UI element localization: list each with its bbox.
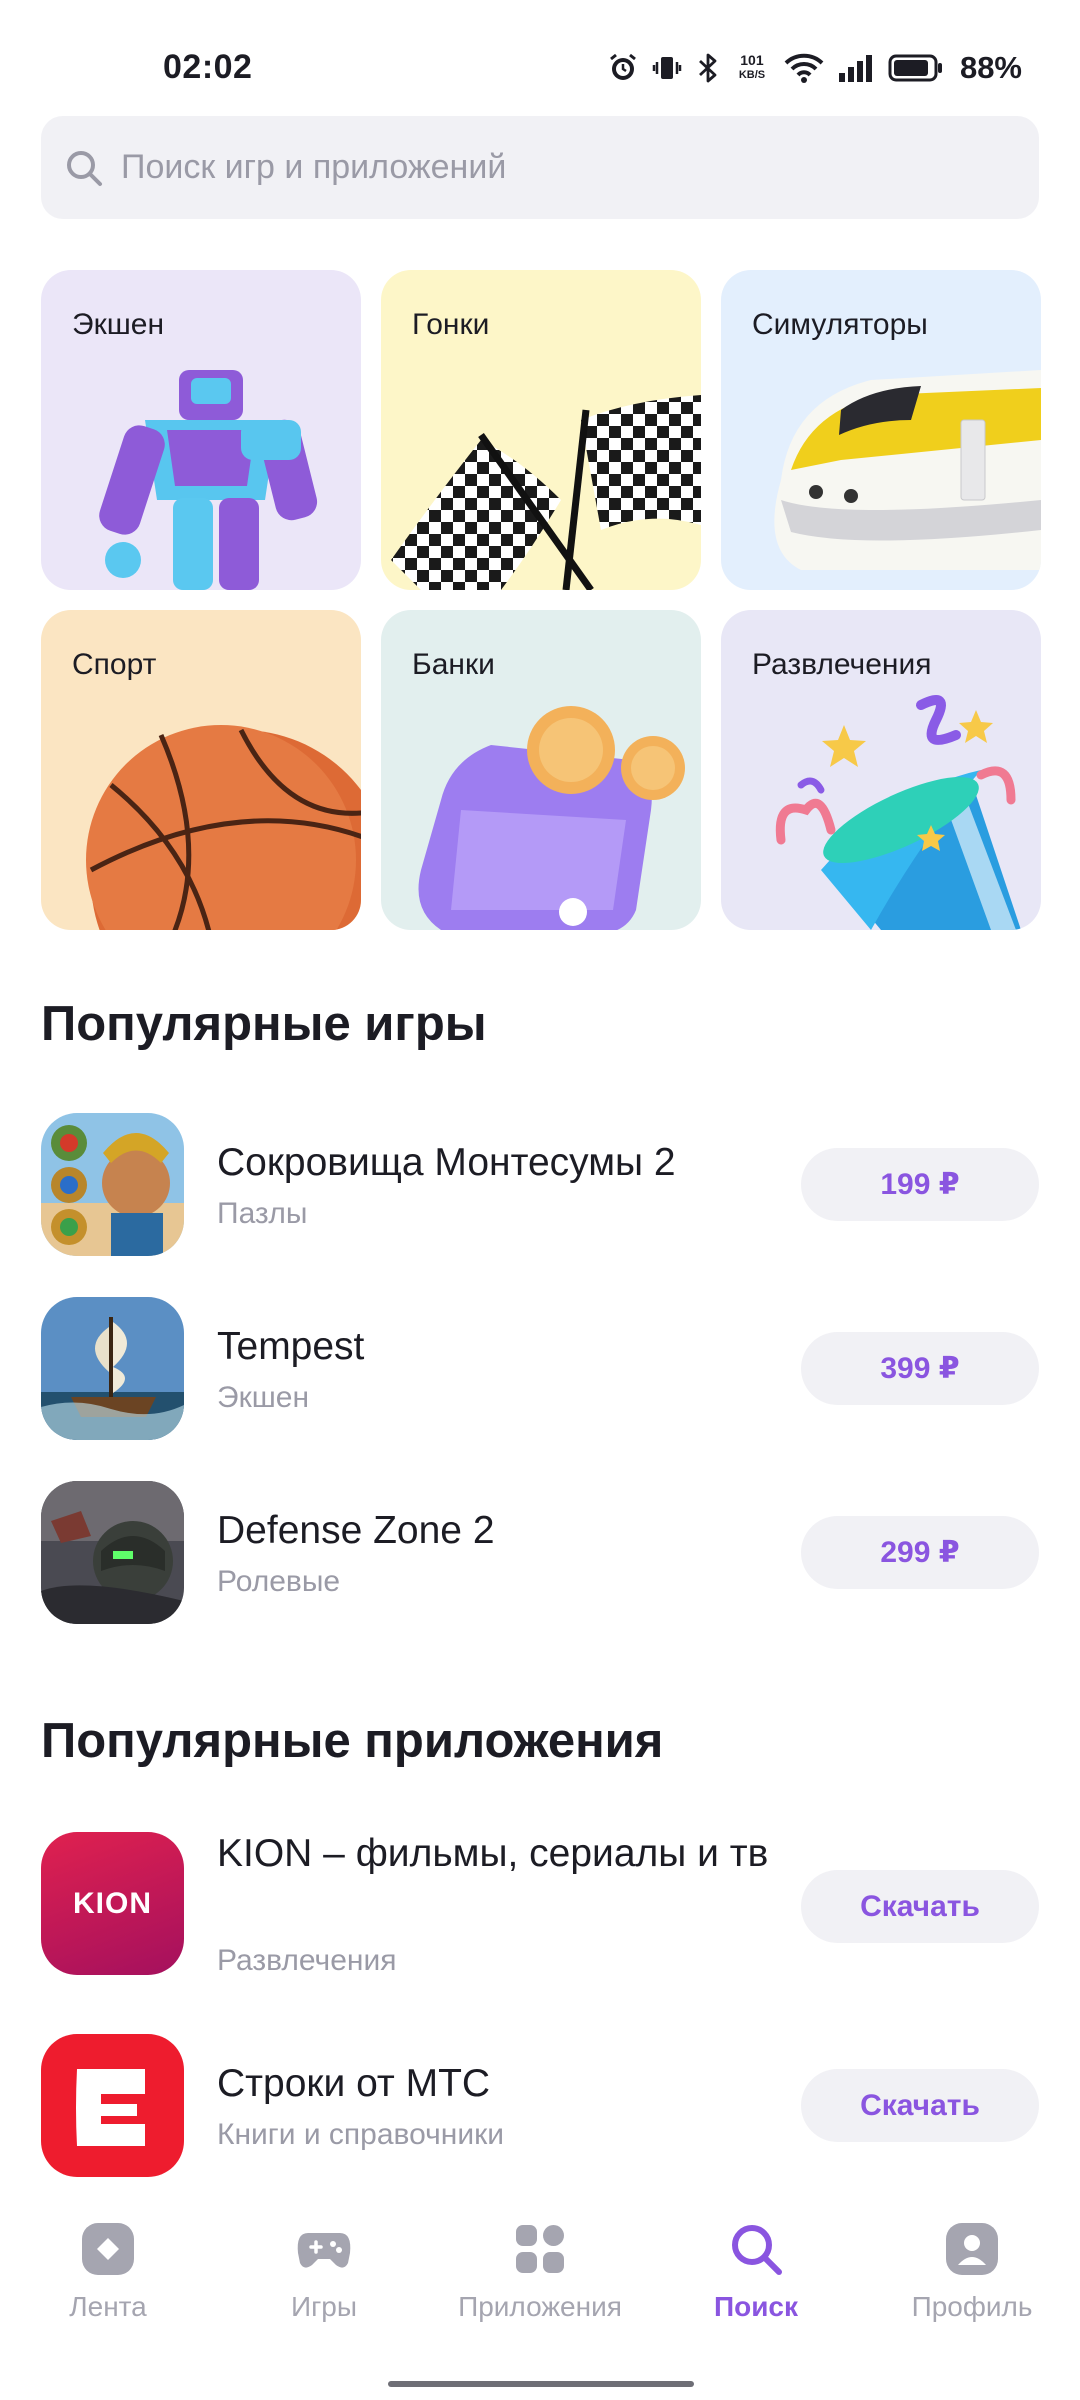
profile-icon [946, 2223, 998, 2275]
game-name: Defense Zone 2 [217, 1509, 495, 1552]
gamepad-icon [297, 2233, 351, 2268]
download-button[interactable]: Скачать [801, 1870, 1039, 1943]
status-icons: 101 KB/S 88% [608, 46, 1022, 90]
nav-profile[interactable]: Профиль [864, 2205, 1080, 2323]
home-indicator[interactable] [388, 2381, 694, 2387]
category-label: Симуляторы [752, 308, 928, 341]
battery-icon [888, 54, 942, 82]
game-category: Ролевые [217, 1565, 341, 1598]
app-icon-kion: KION [41, 1832, 184, 1975]
signal-icon [838, 55, 872, 82]
bluetooth-icon [698, 53, 717, 83]
status-bar: 02:02 101 KB/S 88% [0, 0, 1080, 110]
category-racing[interactable]: Гонки [381, 270, 701, 590]
status-time: 02:02 [163, 48, 253, 86]
nav-apps[interactable]: Приложения [432, 2205, 648, 2323]
nav-feed[interactable]: Лента [0, 2205, 216, 2323]
apps-grid-icon [516, 2225, 564, 2273]
search-icon [67, 150, 102, 186]
vibrate-icon [652, 57, 682, 79]
category-label: Развлечения [752, 648, 932, 681]
alarm-icon [610, 53, 636, 80]
popular-apps-title: Популярные приложения [41, 1714, 664, 1768]
game-category: Пазлы [217, 1197, 308, 1230]
category-label: Банки [412, 648, 495, 681]
nav-search[interactable]: Поиск [648, 2205, 864, 2323]
kion-logo: KION [73, 1886, 152, 1920]
download-button[interactable]: Скачать [801, 2069, 1039, 2142]
wifi-icon [784, 53, 824, 83]
category-label: Гонки [412, 308, 490, 341]
game-row[interactable]: Defense Zone 2 Ролевые 299 ₽ [41, 1481, 1039, 1624]
category-banks[interactable]: Банки [381, 610, 701, 930]
app-category: Книги и справочники [217, 2118, 505, 2151]
category-simulators[interactable]: Симуляторы [721, 270, 1041, 590]
nav-label: Профиль [911, 2291, 1033, 2322]
app-row[interactable]: Строки от МТС Книги и справочники Скачат… [41, 2034, 1039, 2177]
game-name: Tempest [217, 1325, 365, 1368]
buy-button[interactable]: 199 ₽ [801, 1148, 1039, 1221]
category-action[interactable]: Экшен [41, 270, 361, 590]
search-placeholder: Поиск игр и приложений [121, 148, 507, 186]
game-category: Экшен [217, 1381, 310, 1414]
app-name: KION – фильмы, сериалы и тв [217, 1832, 769, 1875]
bottom-navigation: Лента Игры Приложения Поиск Профиль [0, 2205, 1080, 2325]
battery-percent: 88% [959, 50, 1022, 85]
game-row[interactable]: Tempest Экшен 399 ₽ [41, 1297, 1039, 1440]
nav-games[interactable]: Игры [216, 2205, 432, 2323]
search-input[interactable]: Поиск игр и приложений [41, 116, 1039, 219]
category-sport[interactable]: Спорт [41, 610, 361, 930]
game-icon-defense-zone [41, 1481, 184, 1624]
nav-label: Игры [290, 2291, 358, 2322]
network-speed: 101 KB/S [738, 52, 766, 82]
buy-button[interactable]: 399 ₽ [801, 1332, 1039, 1405]
search-icon [732, 2225, 782, 2275]
nav-label: Приложения [458, 2291, 622, 2322]
nav-label: Поиск [713, 2291, 799, 2322]
game-icon-montezuma [41, 1113, 184, 1256]
game-row[interactable]: Сокровища Монтесумы 2 Пазлы 199 ₽ [41, 1113, 1039, 1256]
game-icon-tempest [41, 1297, 184, 1440]
nav-label: Лента [69, 2291, 147, 2322]
app-icon-stroki [41, 2034, 184, 2177]
feed-icon [82, 2223, 134, 2275]
category-label: Спорт [72, 648, 157, 681]
category-label: Экшен [72, 308, 165, 341]
buy-button[interactable]: 299 ₽ [801, 1516, 1039, 1589]
app-row[interactable]: KION KION – фильмы, сериалы и тв Развлеч… [41, 1832, 1039, 1982]
game-name: Сокровища Монтесумы 2 [217, 1141, 676, 1184]
app-name: Строки от МТС [217, 2062, 491, 2105]
popular-games-title: Популярные игры [41, 997, 487, 1051]
category-entertainment[interactable]: Развлечения [721, 610, 1041, 930]
app-category: Развлечения [217, 1944, 397, 1977]
